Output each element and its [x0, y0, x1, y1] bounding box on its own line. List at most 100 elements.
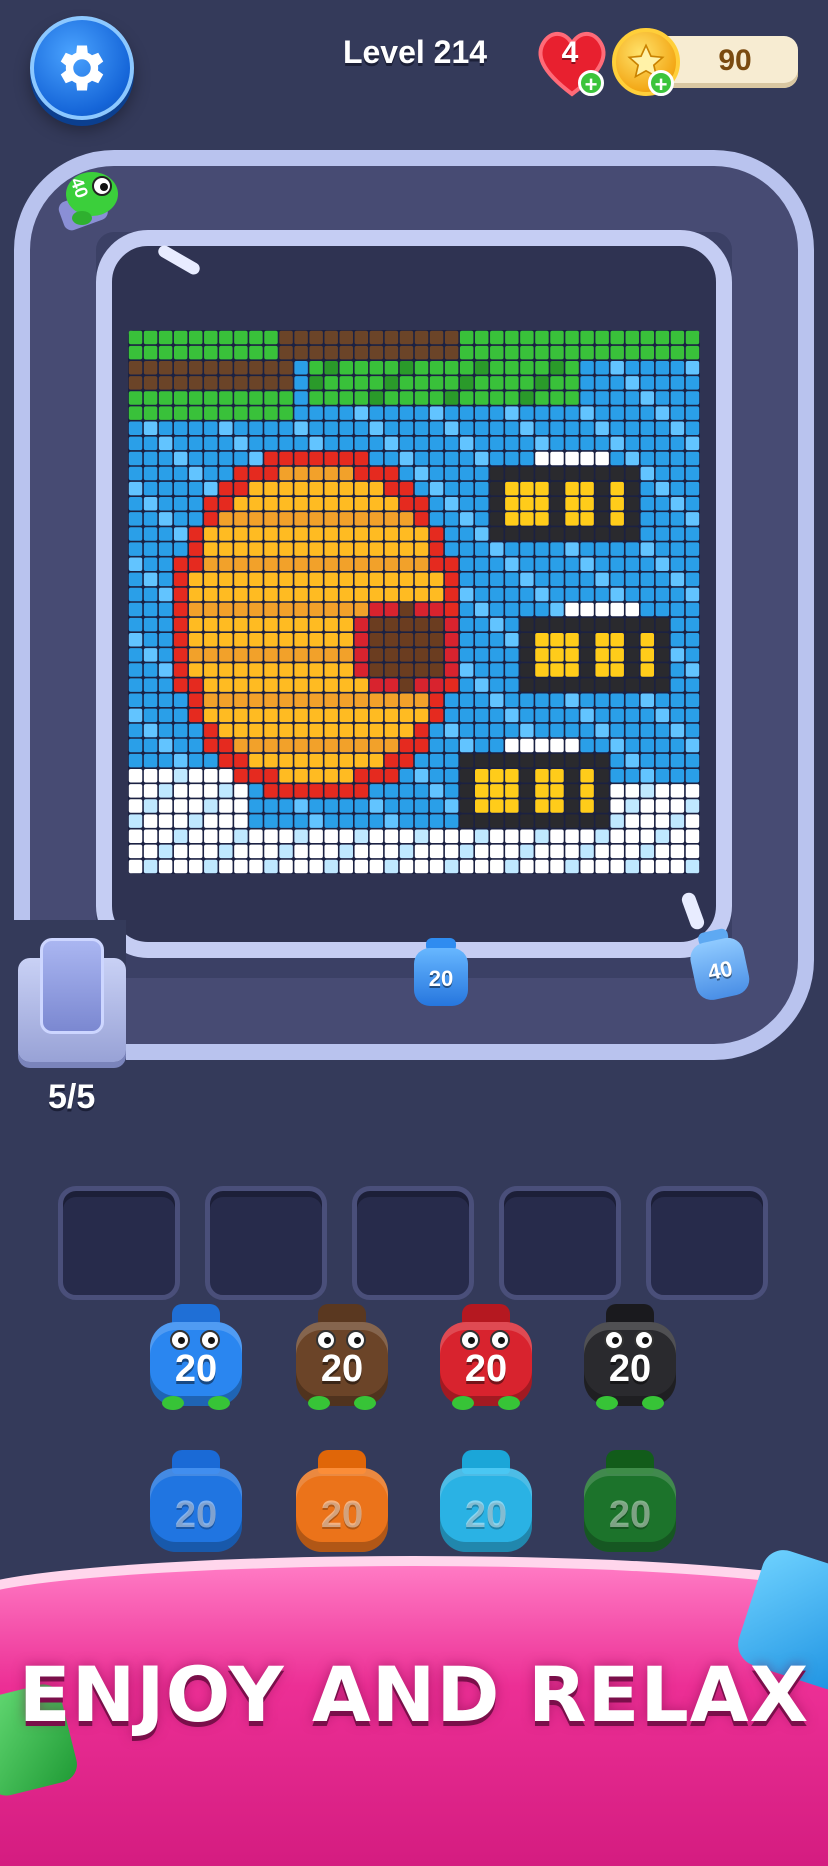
pixel-block	[580, 663, 594, 677]
pixel-block	[685, 723, 700, 738]
pixel-block	[294, 769, 308, 783]
pixel-block	[459, 557, 474, 571]
pixel-block	[670, 330, 685, 345]
pixel-block	[655, 421, 670, 435]
pixel-block	[535, 512, 549, 526]
add-coins-plus-icon[interactable]: +	[648, 70, 674, 97]
pixel-block	[354, 406, 369, 420]
pixel-block	[640, 451, 655, 466]
pixel-block	[475, 859, 489, 874]
pixel-block	[475, 345, 489, 360]
pixel-block	[249, 542, 263, 556]
pixel-block	[429, 376, 444, 390]
pixel-block	[459, 542, 474, 556]
pixel-block	[565, 542, 579, 556]
pixel-block	[640, 708, 655, 723]
pixel-block	[550, 451, 564, 466]
pixel-block	[324, 542, 338, 556]
pixel-block	[505, 497, 519, 511]
pixel-block	[204, 844, 218, 859]
pixel-block	[173, 330, 188, 345]
settings-button[interactable]	[30, 16, 134, 120]
pixel-block	[520, 512, 534, 526]
pixel-block	[264, 391, 278, 405]
jar-count-label: 20	[608, 1348, 652, 1390]
empty-slot[interactable]	[499, 1186, 621, 1300]
pixel-block	[475, 678, 489, 692]
pixel-block	[520, 753, 534, 768]
pixel-block	[219, 527, 233, 541]
pixel-block	[294, 542, 308, 556]
color-jar[interactable]: 20	[296, 1304, 388, 1410]
track-jar[interactable]: 20	[414, 938, 468, 1008]
empty-slot[interactable]	[352, 1186, 474, 1300]
pixel-block	[158, 572, 173, 587]
pixel-block	[324, 436, 338, 451]
pixel-block	[204, 648, 218, 662]
pixel-block	[264, 678, 278, 692]
pixel-block	[189, 587, 203, 602]
pixel-block	[294, 738, 308, 753]
pixel-block	[384, 769, 399, 783]
pixel-block	[294, 512, 308, 526]
pixel-block	[339, 376, 353, 390]
pixel-block	[610, 587, 624, 602]
pixel-block	[580, 723, 594, 738]
color-jar[interactable]: 20	[440, 1304, 532, 1410]
pixel-block	[219, 814, 233, 828]
empty-slot[interactable]	[646, 1186, 768, 1300]
add-lives-plus-icon[interactable]: +	[578, 70, 604, 97]
pixel-block	[685, 361, 700, 375]
pixel-block	[189, 542, 203, 556]
pixel-block	[189, 648, 203, 662]
queue-stack[interactable]	[40, 938, 104, 1034]
empty-slot[interactable]	[58, 1186, 180, 1300]
pixel-block	[535, 723, 549, 738]
pixel-block	[625, 648, 639, 662]
pixel-block	[625, 436, 639, 451]
pixel-block	[550, 587, 564, 602]
pixel-block	[189, 451, 203, 466]
pixel-block	[339, 587, 353, 602]
pixel-block	[625, 527, 639, 541]
pixel-block	[384, 738, 399, 753]
pixel-block	[173, 391, 188, 405]
pixel-block	[158, 602, 173, 617]
pixel-block	[640, 557, 655, 571]
color-jar[interactable]: 20	[150, 1304, 242, 1410]
pixel-block	[625, 723, 639, 738]
pixel-block	[625, 542, 639, 556]
pixel-block	[520, 799, 534, 813]
pixel-block	[204, 466, 218, 481]
pixel-block	[128, 497, 143, 511]
pixel-block	[369, 859, 384, 874]
pixel-block	[520, 330, 534, 345]
pixel-block	[580, 330, 594, 345]
pixel-block	[249, 345, 263, 360]
empty-slot[interactable]	[205, 1186, 327, 1300]
pixel-block	[505, 633, 519, 647]
pixel-block	[580, 572, 594, 587]
pixel-block	[128, 376, 143, 390]
color-jar[interactable]: 20	[584, 1304, 676, 1410]
pixel-block	[173, 481, 188, 496]
pixel-block	[294, 466, 308, 481]
pixel-block	[685, 814, 700, 828]
frog-shooter[interactable]: 40	[52, 160, 128, 232]
pixel-block	[565, 738, 579, 753]
pixel-block	[565, 799, 579, 813]
pixel-block	[369, 587, 384, 602]
pixel-block	[685, 648, 700, 662]
pixel-block	[399, 542, 414, 556]
pixel-block	[655, 406, 670, 420]
pixel-block	[490, 361, 504, 375]
pixel-block	[173, 617, 188, 632]
pixel-block	[670, 391, 685, 405]
pixel-block	[490, 436, 504, 451]
pixel-block	[279, 330, 293, 345]
pixel-block	[505, 527, 519, 541]
pixel-block	[204, 769, 218, 783]
pixel-block	[550, 345, 564, 360]
pixel-block	[655, 391, 670, 405]
pixel-block	[264, 663, 278, 677]
